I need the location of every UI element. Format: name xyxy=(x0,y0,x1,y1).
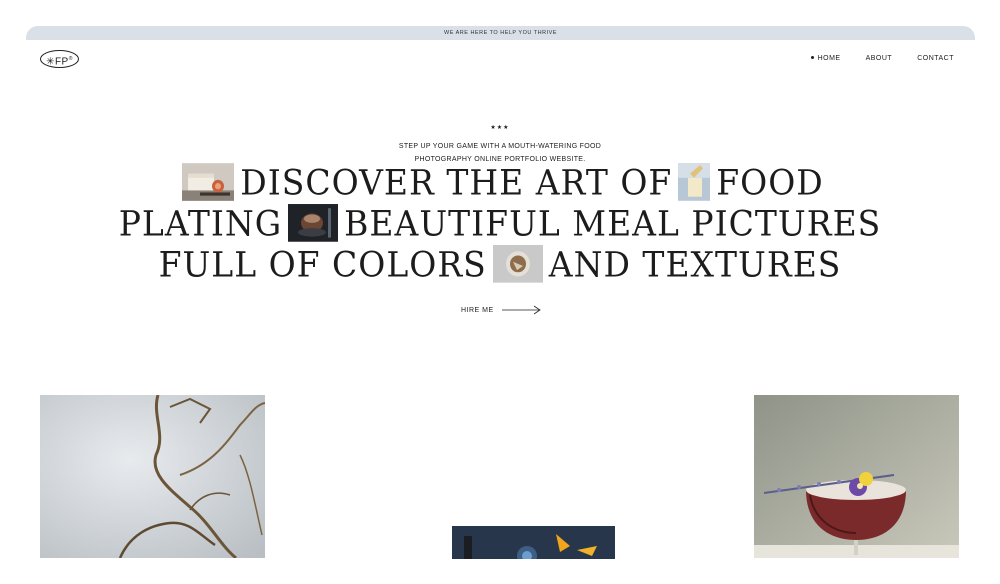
announcement-bar: WE ARE HERE TO HELP YOU THRIVE xyxy=(26,26,975,40)
hire-me-link[interactable]: HIRE ME xyxy=(461,305,542,315)
headline-text-1a: DISCOVER THE ART OF xyxy=(240,162,673,203)
nav-home-label: HOME xyxy=(817,55,841,62)
headline-text-1b: FOOD xyxy=(716,162,824,203)
cake-thumbnail-image xyxy=(182,163,235,201)
headline-text-3b: AND TEXTURES xyxy=(548,243,842,285)
logo-star-icon: ✳ xyxy=(46,56,55,68)
headline-line-2: PLATING BEAUTIFUL MEAL PICTURES xyxy=(0,204,1000,245)
headline-text-3a: FULL OF COLORS xyxy=(158,243,487,285)
main-nav: HOME ABOUT CONTACT xyxy=(810,55,954,62)
announcement-text: WE ARE HERE TO HELP YOU THRIVE xyxy=(444,30,557,36)
drink-thumbnail-image xyxy=(288,204,339,242)
stars-decoration: ★★★ xyxy=(490,125,510,131)
headline-line-1: DISCOVER THE ART OF FOOD xyxy=(0,163,1000,204)
cocktail-photo xyxy=(754,395,959,558)
bowl-thumbnail-image xyxy=(492,244,543,283)
citrus-berries-photo xyxy=(452,526,615,559)
nav-item-about[interactable]: ABOUT xyxy=(866,55,893,62)
nav-item-home[interactable]: HOME xyxy=(810,55,841,62)
hero-headline: DISCOVER THE ART OF FOOD PLATING BEAUTIF… xyxy=(0,163,1000,286)
dessert-thumbnail-image xyxy=(678,163,711,201)
headline-line-3: FULL OF COLORS AND TEXTURES xyxy=(0,243,1000,286)
site-logo[interactable]: ✳FP® xyxy=(40,50,79,68)
headline-text-2b: BEAUTIFUL MEAL PICTURES xyxy=(344,202,882,244)
hire-me-label: HIRE ME xyxy=(461,306,494,314)
arrow-right-icon xyxy=(501,305,541,315)
branches-photo xyxy=(40,395,265,558)
logo-registered-mark: ® xyxy=(68,56,73,62)
active-dot-icon xyxy=(810,55,814,59)
logo-text: FP xyxy=(54,56,69,68)
nav-item-contact[interactable]: CONTACT xyxy=(917,55,954,62)
headline-text-2a: PLATING xyxy=(118,202,283,244)
